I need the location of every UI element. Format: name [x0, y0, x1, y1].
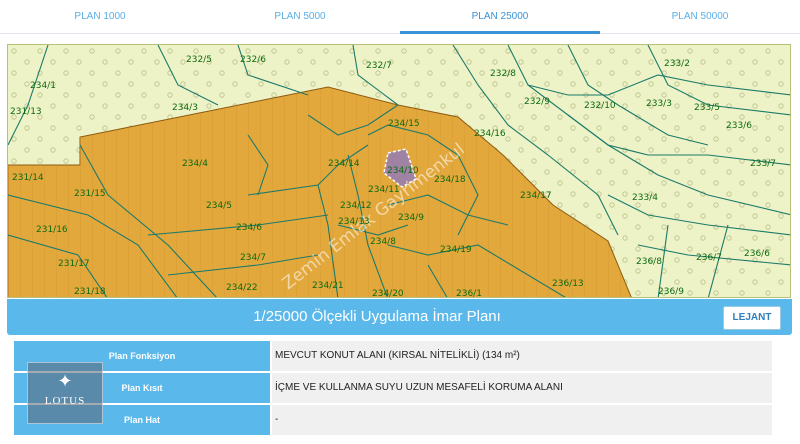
info-value: -	[272, 405, 772, 435]
plan-scale-tabs: PLAN 1000 PLAN 5000 PLAN 25000 PLAN 5000…	[0, 0, 800, 34]
parcel-label: 234/4	[182, 159, 208, 169]
tab-plan-1000[interactable]: PLAN 1000	[0, 0, 200, 33]
lotus-logo: ✦ LOTUS	[27, 362, 103, 424]
parcel-label: 232/8	[490, 69, 516, 79]
parcel-label: 234/6	[236, 223, 262, 233]
parcel-label: 234/20	[372, 289, 404, 298]
parcel-label: 234/16	[474, 129, 506, 139]
parcel-label: 233/4	[632, 193, 658, 203]
parcel-label: 232/6	[240, 55, 266, 65]
parcel-label: 234/1	[30, 81, 56, 91]
parcel-label: 231/13	[10, 107, 42, 117]
parcel-label: 233/5	[694, 103, 720, 113]
parcel-label: 236/9	[658, 287, 684, 297]
parcel-label: 234/8	[370, 237, 396, 247]
parcel-label: 231/15	[74, 189, 106, 199]
tab-plan-5000[interactable]: PLAN 5000	[200, 0, 400, 33]
parcel-label: 233/6	[726, 121, 752, 131]
parcel-label: 234/3	[172, 103, 198, 113]
parcel-label: 234/15	[388, 119, 420, 129]
plan-info-table: Plan Fonksiyon MEVCUT KONUT ALANI (KIRSA…	[14, 341, 772, 437]
plan-title-bar: 1/25000 Ölçekli Uygulama İmar Planı LEJA…	[7, 299, 792, 335]
tab-plan-25000[interactable]: PLAN 25000	[400, 0, 600, 34]
parcel-label: 232/7	[366, 61, 392, 71]
parcel-label: 234/7	[240, 253, 266, 263]
parcel-label: 231/18	[74, 287, 106, 297]
parcel-label: 234/21	[312, 281, 344, 291]
info-value: İÇME VE KULLANMA SUYU UZUN MESAFELİ KORU…	[272, 373, 772, 403]
plan-title: 1/25000 Ölçekli Uygulama İmar Planı	[253, 308, 501, 325]
parcel-label: 233/3	[646, 99, 672, 109]
info-value: MEVCUT KONUT ALANI (KIRSAL NİTELİKLİ) (1…	[272, 341, 772, 371]
info-row-line: Plan Hat -	[14, 405, 772, 435]
legend-button[interactable]: LEJANT	[723, 306, 781, 330]
info-row-function: Plan Fonksiyon MEVCUT KONUT ALANI (KIRSA…	[14, 341, 772, 371]
zoning-map-canvas: Zemin Emlak Gayrimenkul 232/5 232/6232/72…	[8, 45, 790, 298]
lotus-flower-icon: ✦	[57, 371, 73, 392]
tab-plan-50000[interactable]: PLAN 50000	[600, 0, 800, 33]
parcel-label: 232/5	[186, 55, 212, 65]
parcel-label: 236/8	[636, 257, 662, 267]
parcel-label: 236/6	[744, 249, 770, 259]
parcel-label: 231/14	[12, 173, 44, 183]
info-row-restriction: Plan Kısıt İÇME VE KULLANMA SUYU UZUN ME…	[14, 373, 772, 403]
parcel-label: 232/10	[584, 101, 616, 111]
parcel-label: 234/19	[440, 245, 472, 255]
parcel-label: 234/9	[398, 213, 424, 223]
parcel-label: 234/12	[340, 201, 372, 211]
logo-text: LOTUS	[44, 395, 86, 407]
parcel-label: 236/7	[696, 253, 722, 263]
parcel-label: 236/1	[456, 289, 482, 298]
zoning-map[interactable]: Zemin Emlak Gayrimenkul 232/5 232/6 232/7 2…	[7, 44, 791, 298]
parcel-label: 234/11	[368, 185, 400, 195]
selected-parcel-label: 234/10	[387, 166, 419, 176]
parcel-label: 234/18	[434, 175, 466, 185]
parcel-label: 233/2	[664, 59, 690, 69]
parcel-label: 234/14	[328, 159, 360, 169]
parcel-label: 232/9	[524, 97, 550, 107]
parcel-label: 234/5	[206, 201, 232, 211]
parcel-label: 234/22	[226, 283, 258, 293]
parcel-label: 234/13	[338, 217, 370, 227]
parcel-label: 234/17	[520, 191, 552, 201]
parcel-label: 231/17	[58, 259, 90, 269]
parcel-label: 231/16	[36, 225, 68, 235]
parcel-label: 236/13	[552, 279, 584, 289]
parcel-label: 233/7	[750, 159, 776, 169]
